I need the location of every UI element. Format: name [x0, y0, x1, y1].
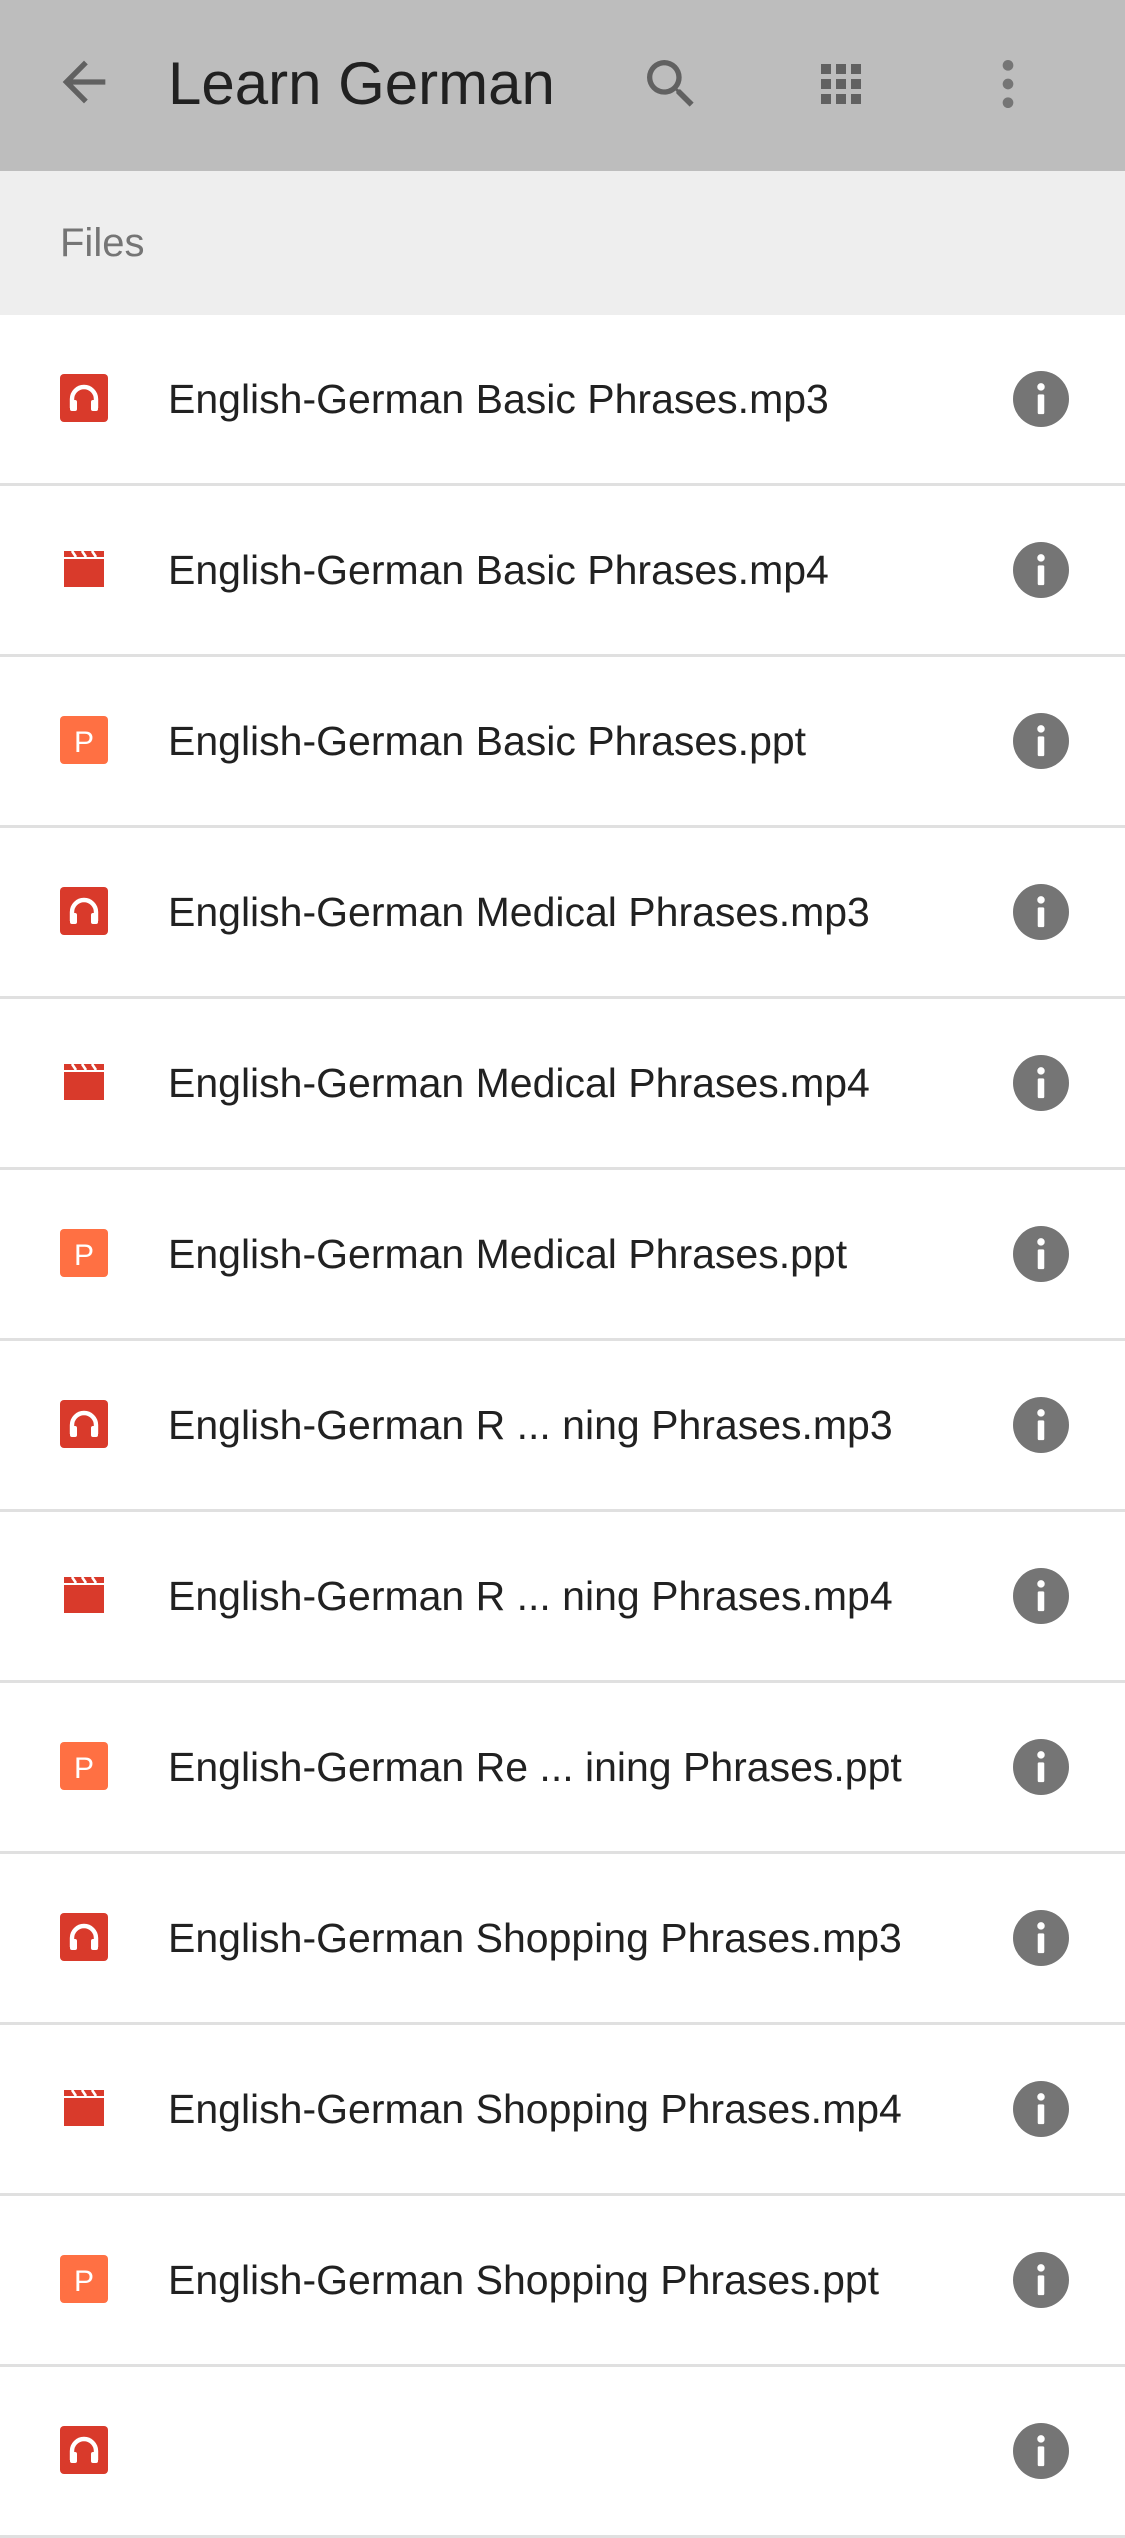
info-icon[interactable] — [1013, 2252, 1069, 2308]
info-icon[interactable] — [1013, 2423, 1069, 2479]
info-icon[interactable] — [1013, 1055, 1069, 1111]
file-row[interactable] — [0, 2367, 1125, 2538]
section-header: Files — [0, 171, 1125, 315]
presentation-file-icon: P — [60, 716, 108, 764]
file-row[interactable]: English-German Medical Phrases.mp3 — [0, 828, 1125, 999]
audio-file-icon — [60, 2426, 108, 2474]
file-name: English-German Re ... ining Phrases.ppt — [168, 1744, 902, 1790]
info-icon[interactable] — [1013, 1397, 1069, 1453]
info-icon[interactable] — [1013, 1226, 1069, 1282]
file-name: English-German Medical Phrases.ppt — [168, 1231, 848, 1277]
grid-view-icon[interactable] — [805, 48, 877, 120]
file-name: English-German Shopping Phrases.mp4 — [168, 2086, 902, 2132]
audio-file-icon — [60, 887, 108, 935]
file-row[interactable]: English-German Shopping Phrases.mp4 — [0, 2025, 1125, 2196]
video-file-icon — [60, 1058, 108, 1106]
file-name: English-German R ... ning Phrases.mp3 — [168, 1402, 893, 1448]
presentation-file-icon: P — [60, 1229, 108, 1277]
file-name: English-German Medical Phrases.mp4 — [168, 1060, 870, 1106]
file-name: English-German Shopping Phrases.ppt — [168, 2257, 880, 2303]
video-file-icon — [60, 1571, 108, 1619]
file-row[interactable]: P English-German Medical Phrases.ppt — [0, 1170, 1125, 1341]
more-vert-icon[interactable] — [972, 48, 1044, 120]
arrow-back-icon[interactable] — [52, 50, 116, 114]
info-icon[interactable] — [1013, 542, 1069, 598]
info-icon[interactable] — [1013, 1568, 1069, 1624]
video-file-icon — [60, 545, 108, 593]
file-row[interactable]: English-German Medical Phrases.mp4 — [0, 999, 1125, 1170]
file-row[interactable]: English-German Shopping Phrases.mp3 — [0, 1854, 1125, 2025]
audio-file-icon — [60, 1913, 108, 1961]
file-row[interactable]: P English-German Re ... ining Phrases.ppt — [0, 1683, 1125, 1854]
info-icon[interactable] — [1013, 1739, 1069, 1795]
file-name: English-German Shopping Phrases.mp3 — [168, 1915, 902, 1961]
file-name: English-German Basic Phrases.mp3 — [168, 376, 829, 422]
video-file-icon — [60, 2084, 108, 2132]
file-row[interactable]: English-German Basic Phrases.mp3 — [0, 315, 1125, 486]
presentation-file-icon: P — [60, 1742, 108, 1790]
audio-file-icon — [60, 1400, 108, 1448]
file-row[interactable]: English-German Basic Phrases.mp4 — [0, 486, 1125, 657]
info-icon[interactable] — [1013, 2081, 1069, 2137]
file-row[interactable]: P English-German Shopping Phrases.ppt — [0, 2196, 1125, 2367]
file-row[interactable]: P English-German Basic Phrases.ppt — [0, 657, 1125, 828]
svg-text:P: P — [74, 1752, 94, 1785]
info-icon[interactable] — [1013, 371, 1069, 427]
file-name: English-German Medical Phrases.mp3 — [168, 889, 870, 935]
file-row[interactable]: English-German R ... ning Phrases.mp4 — [0, 1512, 1125, 1683]
presentation-file-icon: P — [60, 2255, 108, 2303]
svg-text:P: P — [74, 726, 94, 759]
audio-file-icon — [60, 374, 108, 422]
file-name: English-German Basic Phrases.ppt — [168, 718, 807, 764]
file-row[interactable]: English-German R ... ning Phrases.mp3 — [0, 1341, 1125, 1512]
app-bar: Learn German — [0, 0, 1125, 171]
info-icon[interactable] — [1013, 1910, 1069, 1966]
svg-text:P: P — [74, 1239, 94, 1272]
app-title: Learn German — [168, 50, 555, 117]
file-name: English-German Basic Phrases.mp4 — [168, 547, 829, 593]
file-list: English-German Basic Phrases.mp3 English-… — [0, 315, 1125, 2538]
info-icon[interactable] — [1013, 713, 1069, 769]
section-label: Files — [60, 221, 145, 265]
info-icon[interactable] — [1013, 884, 1069, 940]
file-name: English-German R ... ning Phrases.mp4 — [168, 1573, 893, 1619]
search-icon[interactable] — [635, 48, 707, 120]
svg-text:P: P — [74, 2265, 94, 2298]
